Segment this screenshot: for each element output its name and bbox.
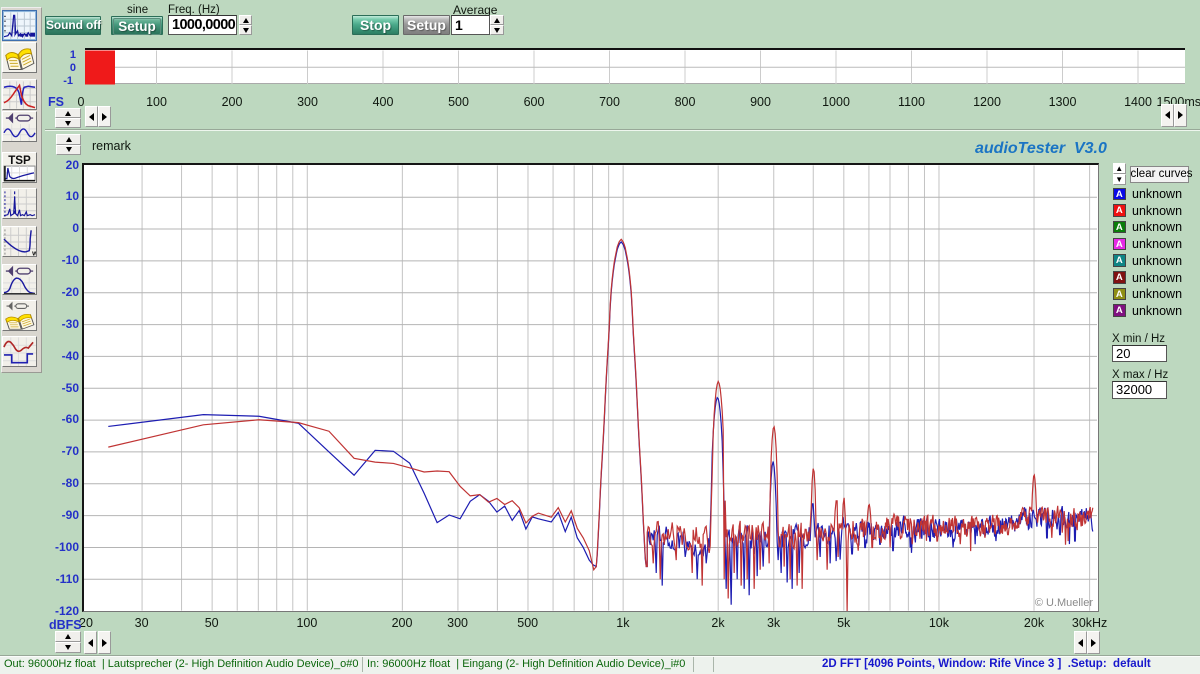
svg-text:TSP: TSP	[8, 154, 31, 167]
svg-text:w: w	[31, 248, 36, 256]
svg-text:© U.Mueller: © U.Mueller	[1034, 597, 1092, 609]
